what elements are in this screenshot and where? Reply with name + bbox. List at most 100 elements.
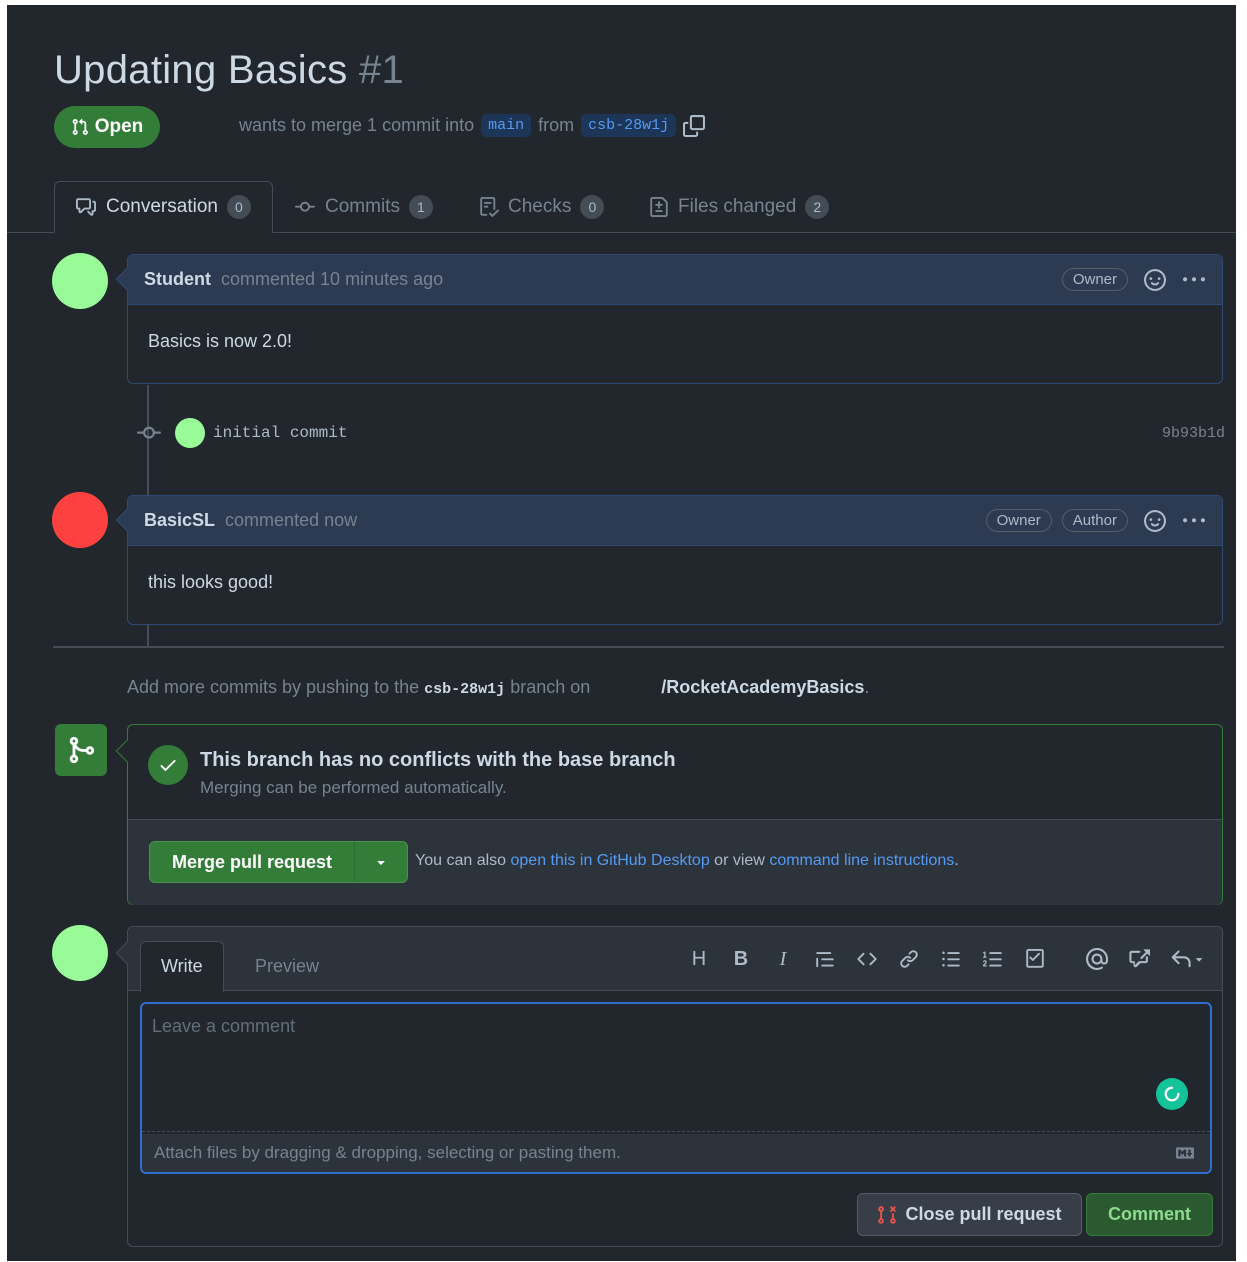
pull-request-page: Updating Basics #1 Open wants to merge 1… xyxy=(7,5,1236,1261)
git-merge-icon xyxy=(55,724,107,776)
comment-discussion-icon xyxy=(76,198,96,216)
tab-label: Conversation xyxy=(106,196,218,217)
tab-counter: 0 xyxy=(580,195,605,219)
hint-text: Add more commits by pushing to the xyxy=(127,677,420,697)
italic-icon[interactable]: I xyxy=(762,945,804,973)
timeline-divider xyxy=(53,646,1224,648)
copy-icon[interactable] xyxy=(683,114,706,137)
comment-button[interactable]: Comment xyxy=(1086,1193,1213,1236)
base-branch[interactable]: main xyxy=(481,114,532,137)
merge-method-dropdown[interactable] xyxy=(355,842,407,882)
heading-icon[interactable]: H xyxy=(678,945,720,973)
push-hint: Add more commits by pushing to the csb-2… xyxy=(127,677,869,698)
file-diff-icon xyxy=(650,197,668,217)
merge-box: This branch has no conflicts with the ba… xyxy=(115,724,1223,905)
github-desktop-link[interactable]: open this in GitHub Desktop xyxy=(511,852,710,869)
tab-commits[interactable]: Commits 1 xyxy=(294,181,433,233)
kebab-horizontal-icon[interactable] xyxy=(1182,510,1206,532)
comment-timestamp[interactable]: commented now xyxy=(225,510,357,531)
attach-files-bar[interactable]: Attach files by dragging & dropping, sel… xyxy=(142,1134,1210,1172)
status-badge: Open xyxy=(54,106,160,148)
triangle-down-icon xyxy=(1195,958,1203,962)
smiley-icon[interactable] xyxy=(1144,509,1166,532)
comment-input-container: Attach files by dragging & dropping, sel… xyxy=(140,1002,1212,1174)
triangle-down-icon xyxy=(377,861,385,865)
merge-note-text: or view xyxy=(714,852,765,869)
comment-card: BasicSL commented now Owner Author this … xyxy=(115,495,1223,625)
smiley-icon[interactable] xyxy=(1144,268,1166,291)
checklist-icon xyxy=(480,197,499,217)
owner-label: Owner xyxy=(1061,268,1128,291)
tab-counter: 2 xyxy=(805,195,830,219)
commit-sha[interactable]: 9b93b1d xyxy=(1162,425,1225,442)
check-icon xyxy=(148,745,188,785)
avatar[interactable] xyxy=(52,253,108,309)
comment-textarea[interactable] xyxy=(142,1004,1210,1132)
head-branch[interactable]: csb-28w1j xyxy=(581,114,677,137)
merge-note: You can also open this in GitHub Desktop… xyxy=(415,852,959,870)
merge-status-title: This branch has no conflicts with the ba… xyxy=(200,749,676,771)
close-button-label: Close pull request xyxy=(905,1204,1062,1224)
unordered-list-icon[interactable] xyxy=(930,945,972,973)
merge-caret xyxy=(115,739,139,763)
hint-branch: csb-28w1j xyxy=(424,681,506,698)
tab-conversation[interactable]: Conversation 0 xyxy=(54,181,273,233)
pr-number: #1 xyxy=(358,48,405,92)
close-pull-request-button[interactable]: Close pull request xyxy=(857,1193,1082,1236)
tasklist-icon[interactable] xyxy=(1014,945,1056,973)
bold-icon[interactable]: B xyxy=(720,945,762,973)
tab-preview[interactable]: Preview xyxy=(235,941,339,992)
commit-author-avatar[interactable] xyxy=(175,418,205,448)
repo-link[interactable]: /RocketAcademyBasics xyxy=(661,677,864,697)
attach-files-text: Attach files by dragging & dropping, sel… xyxy=(154,1143,621,1162)
comment-body: this looks good! xyxy=(148,572,274,592)
merge-button-group: Merge pull request xyxy=(149,841,409,883)
command-line-link[interactable]: command line instructions xyxy=(769,852,954,869)
tab-counter: 0 xyxy=(226,195,251,219)
comment-timestamp[interactable]: commented 10 minutes ago xyxy=(221,269,443,290)
mention-icon[interactable] xyxy=(1076,945,1118,973)
hint-text: branch on xyxy=(510,677,591,697)
comment-header: Student commented 10 minutes ago Owner xyxy=(128,255,1222,305)
editor-header: Write Preview H B I xyxy=(128,927,1222,992)
cross-reference-icon[interactable] xyxy=(1118,945,1160,973)
tab-label: Commits xyxy=(325,196,400,217)
markdown-icon[interactable] xyxy=(1174,1144,1196,1162)
tab-write[interactable]: Write xyxy=(140,941,224,992)
ordered-list-icon[interactable] xyxy=(972,945,1014,973)
git-commit-icon xyxy=(295,201,315,212)
grammarly-icon[interactable] xyxy=(1156,1078,1188,1110)
comment-header: BasicSL commented now Owner Author xyxy=(128,496,1222,546)
tab-counter: 1 xyxy=(408,195,433,219)
reply-icon[interactable] xyxy=(1160,945,1216,973)
merge-summary: wants to merge 1 commit into main from c… xyxy=(239,114,706,137)
commit-row: initial commit 9b93b1d xyxy=(137,415,1225,451)
comment-author[interactable]: Student xyxy=(144,269,211,290)
new-comment-form: Write Preview H B I Leave a comment Atta… xyxy=(115,926,1223,1247)
tab-files-changed[interactable]: Files changed 2 xyxy=(649,181,830,233)
link-icon[interactable] xyxy=(888,945,930,973)
owner-label: Owner xyxy=(985,509,1052,532)
avatar[interactable] xyxy=(52,492,108,548)
merge-note-text: . xyxy=(954,852,959,869)
merge-pull-request-button[interactable]: Merge pull request xyxy=(150,842,356,882)
pull-request-icon xyxy=(72,118,88,135)
kebab-horizontal-icon[interactable] xyxy=(1182,269,1206,291)
code-icon[interactable] xyxy=(846,945,888,973)
page-title: Updating Basics #1 xyxy=(54,48,404,93)
tab-checks[interactable]: Checks 0 xyxy=(479,181,605,233)
hint-text: . xyxy=(864,677,870,697)
status-label: Open xyxy=(94,116,144,137)
avatar[interactable] xyxy=(52,925,108,981)
comment-author[interactable]: BasicSL xyxy=(144,510,215,531)
timeline-line xyxy=(147,625,149,647)
comment-body: Basics is now 2.0! xyxy=(148,331,293,351)
merge-actions: Merge pull request You can also open thi… xyxy=(128,819,1222,905)
comment-card: Student commented 10 minutes ago Owner B… xyxy=(115,254,1223,384)
quote-icon[interactable] xyxy=(804,945,846,973)
commit-message[interactable]: initial commit xyxy=(213,424,347,442)
merge-note-text: You can also xyxy=(415,852,507,869)
merge-summary-text: wants to merge 1 commit into xyxy=(239,115,475,135)
author-label: Author xyxy=(1061,509,1128,532)
tab-label: Checks xyxy=(508,196,572,217)
